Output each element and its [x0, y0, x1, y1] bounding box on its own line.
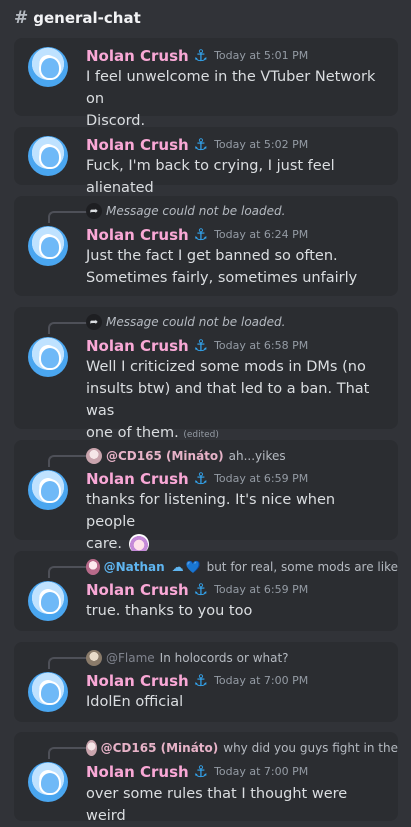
reply-avatar — [86, 650, 102, 666]
cloud-icon: ☁ — [171, 560, 184, 574]
avatar[interactable] — [28, 581, 68, 621]
reply-preview[interactable]: ➦ Message could not be loaded. — [86, 314, 398, 330]
message[interactable]: @Flame In holocords or what? Nolan Crush… — [14, 642, 398, 722]
timestamp: Today at 6:58 PM — [214, 339, 309, 352]
message-header: Nolan Crush ⚓ Today at 5:01 PM — [86, 46, 308, 65]
message[interactable]: @CD165 (Mináto) ah...yikes Nolan Crush ⚓… — [14, 440, 398, 554]
username[interactable]: Nolan Crush — [86, 763, 189, 781]
reply-author[interactable]: @Nathan — [104, 560, 165, 574]
reply-author[interactable]: @CD165 (Mináto) — [106, 449, 224, 463]
reply-author[interactable]: @CD165 (Mináto) — [101, 741, 219, 755]
message-header: Nolan Crush ⚓ Today at 6:59 PM — [86, 580, 308, 599]
reply-connector — [48, 566, 90, 578]
message-text: Well I criticized some mods in DMs (no i… — [86, 359, 370, 441]
message[interactable]: @CD165 (Mináto) why did you guys fight i… — [14, 732, 398, 824]
message-text: I feel unwelcome in the VTuber Network o… — [86, 69, 376, 129]
username[interactable]: Nolan Crush — [86, 136, 189, 154]
avatar[interactable] — [28, 672, 68, 712]
reply-text: but for real, some mods are like — [206, 560, 398, 574]
message[interactable]: Nolan Crush ⚓ Today at 5:02 PM Fuck, I'm… — [14, 127, 398, 196]
timestamp: Today at 7:00 PM — [214, 765, 309, 778]
anchor-icon: ⚓ — [193, 135, 209, 154]
avatar[interactable] — [28, 136, 68, 176]
reply-connector — [48, 211, 90, 223]
message-header: Nolan Crush ⚓ Today at 7:00 PM — [86, 762, 308, 781]
username[interactable]: Nolan Crush — [86, 470, 189, 488]
anchor-icon: ⚓ — [193, 225, 209, 244]
reply-text: why did you guys fight in the — [223, 741, 398, 755]
message[interactable]: ➦ Message could not be loaded. Nolan Cru… — [14, 307, 398, 441]
timestamp: Today at 6:59 PM — [214, 583, 309, 596]
reply-missing-text: Message could not be loaded. — [106, 315, 286, 329]
reply-author[interactable]: @Flame — [106, 651, 155, 665]
reply-missing-text: Message could not be loaded. — [106, 204, 286, 218]
reply-preview[interactable]: @Flame In holocords or what? — [86, 650, 398, 666]
anchor-icon: ⚓ — [193, 46, 209, 65]
reply-connector — [48, 455, 90, 467]
reply-preview[interactable]: ➦ Message could not be loaded. — [86, 203, 398, 219]
edited-marker: (edited) — [183, 430, 219, 440]
avatar[interactable] — [28, 47, 68, 87]
message[interactable]: Nolan Crush ⚓ Today at 5:01 PM I feel un… — [14, 38, 398, 129]
username[interactable]: Nolan Crush — [86, 581, 189, 599]
anchor-icon: ⚓ — [193, 762, 209, 781]
anchor-icon: ⚓ — [193, 469, 209, 488]
reply-avatar — [86, 448, 102, 464]
username[interactable]: Nolan Crush — [86, 337, 189, 355]
reply-text: ah...yikes — [228, 449, 286, 463]
message-text: over some rules that I thought were weir… — [86, 786, 348, 824]
username[interactable]: Nolan Crush — [86, 672, 189, 690]
username[interactable]: Nolan Crush — [86, 226, 189, 244]
reply-arrow-icon: ➦ — [86, 203, 102, 219]
message-header: Nolan Crush ⚓ Today at 6:58 PM — [86, 336, 308, 355]
blue-heart-icon: 💙 — [185, 560, 201, 574]
username[interactable]: Nolan Crush — [86, 47, 189, 65]
reply-preview[interactable]: @CD165 (Mináto) ah...yikes — [86, 448, 398, 464]
channel-name[interactable]: general-chat — [33, 9, 141, 27]
reply-preview[interactable]: @CD165 (Mináto) why did you guys fight i… — [86, 740, 398, 756]
message-text: thanks for listening. It's nice when peo… — [86, 492, 336, 554]
message[interactable]: ➦ Message could not be loaded. Nolan Cru… — [14, 196, 398, 296]
reply-connector — [48, 657, 90, 669]
message-header: Nolan Crush ⚓ Today at 6:24 PM — [86, 225, 308, 244]
reply-connector — [48, 747, 90, 759]
timestamp: Today at 7:00 PM — [214, 674, 309, 687]
message-header: Nolan Crush ⚓ Today at 7:00 PM — [86, 671, 308, 690]
timestamp: Today at 5:02 PM — [214, 138, 309, 151]
timestamp: Today at 6:59 PM — [214, 472, 309, 485]
message-text: true. thanks to you too — [86, 603, 253, 619]
avatar[interactable] — [28, 226, 68, 266]
message-header: Nolan Crush ⚓ Today at 5:02 PM — [86, 135, 308, 154]
avatar[interactable] — [28, 337, 68, 377]
timestamp: Today at 5:01 PM — [214, 49, 309, 62]
reply-avatar — [86, 559, 100, 575]
anchor-icon: ⚓ — [193, 580, 209, 599]
avatar[interactable] — [28, 470, 68, 510]
message-header: Nolan Crush ⚓ Today at 6:59 PM — [86, 469, 308, 488]
channel-header: # general-chat — [0, 0, 411, 36]
anchor-icon: ⚓ — [193, 336, 209, 355]
message-text: Just the fact I get banned so often. Som… — [86, 248, 358, 286]
avatar[interactable] — [28, 762, 68, 802]
reply-preview[interactable]: @Nathan ☁ 💙 but for real, some mods are … — [86, 559, 398, 575]
anchor-icon: ⚓ — [193, 671, 209, 690]
message[interactable]: @Nathan ☁ 💙 but for real, some mods are … — [14, 551, 398, 631]
channel-hash-icon: # — [14, 8, 29, 28]
reply-connector — [48, 322, 90, 334]
message-text: Fuck, I'm back to crying, I just feel al… — [86, 158, 335, 196]
reply-text: In holocords or what? — [159, 651, 289, 665]
timestamp: Today at 6:24 PM — [214, 228, 309, 241]
reply-arrow-icon: ➦ — [86, 314, 102, 330]
message-text: IdolEn official — [86, 694, 184, 710]
reply-avatar — [86, 740, 97, 756]
